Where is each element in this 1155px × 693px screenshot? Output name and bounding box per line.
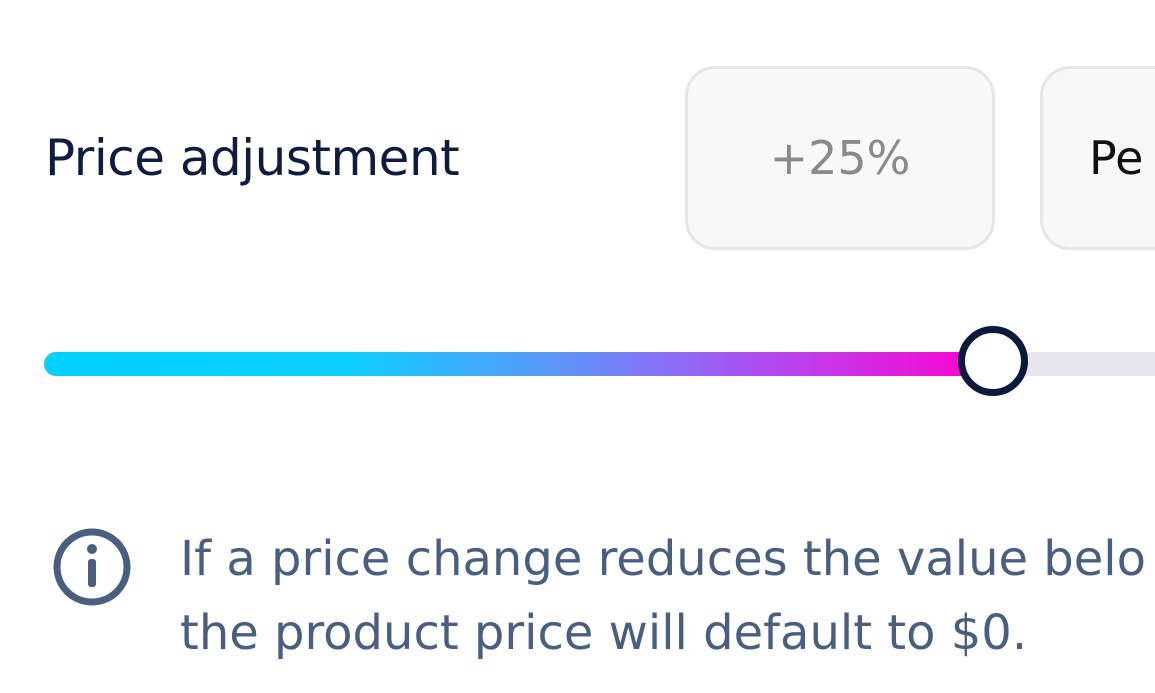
adjustment-unit-select[interactable]: Pe [1040,66,1155,250]
price-adjustment-label: Price adjustment [45,129,460,187]
price-adjustment-slider[interactable] [44,322,1155,406]
slider-fill [44,352,994,376]
info-note-line-2: the product price will default to $0. [180,605,1028,661]
adjustment-unit-text: Pe [1089,131,1144,185]
price-adjustment-panel: Price adjustment +25% Pe If a price chan… [0,0,1155,693]
info-note-line-1: If a price change reduces the value belo [180,531,1146,587]
adjustment-value-text: +25% [769,131,911,185]
info-note: If a price change reduces the value belo… [180,522,1146,670]
adjustment-value-field[interactable]: +25% [685,66,995,250]
slider-thumb[interactable] [958,326,1029,396]
info-icon [53,528,131,606]
